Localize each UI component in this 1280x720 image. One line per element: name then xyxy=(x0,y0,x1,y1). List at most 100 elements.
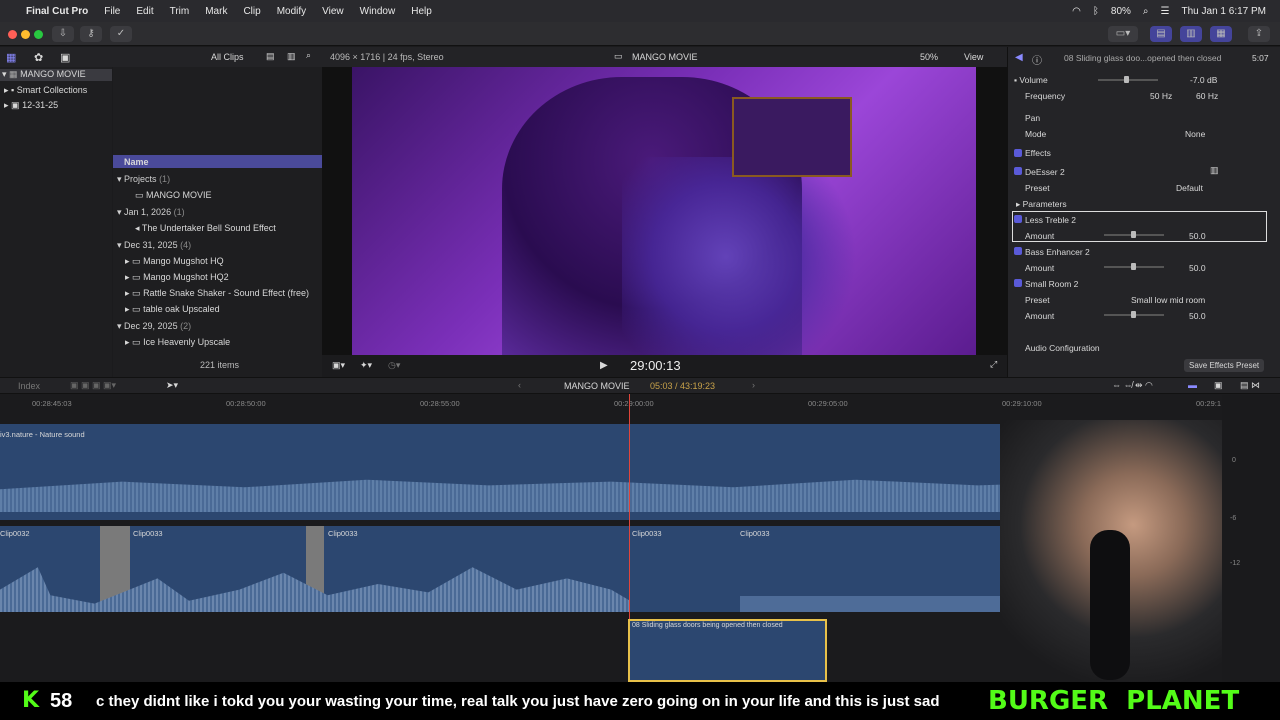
bass-enhancer-checkbox[interactable] xyxy=(1014,247,1022,255)
audio-inspector-tab-icon[interactable]: ◀ xyxy=(1015,52,1023,63)
deesser-checkbox[interactable] xyxy=(1014,167,1022,175)
forward-history-icon[interactable]: › xyxy=(752,380,755,390)
amount-knob[interactable] xyxy=(1131,231,1136,238)
view-menu[interactable]: View xyxy=(964,52,983,62)
select-tool-icon[interactable]: ➤▾ xyxy=(166,380,178,391)
control-center-icon[interactable]: ☰ xyxy=(1161,6,1170,17)
workspace-button[interactable]: ▭▾ xyxy=(1108,26,1138,42)
deesser-preset-dropdown[interactable]: Default xyxy=(1176,183,1203,193)
fullscreen-icon[interactable]: ⤢ xyxy=(990,359,997,370)
volume-knob[interactable] xyxy=(1124,76,1129,83)
timeline-ruler[interactable]: 00:28:45:03 00:28:50:00 00:28:55:00 00:2… xyxy=(0,395,1222,410)
volume-value[interactable]: -7.0 dB xyxy=(1190,75,1217,85)
menu-edit[interactable]: Edit xyxy=(136,6,153,17)
search-icon[interactable]: ⌕ xyxy=(1143,6,1149,17)
zoom-dropdown[interactable]: 50% xyxy=(920,52,938,62)
effects-checkbox[interactable] xyxy=(1014,149,1022,157)
project-name-dropdown[interactable]: MANGO MOVIE xyxy=(564,381,630,391)
browser-toggle-button[interactable]: ▤ xyxy=(1150,26,1172,42)
event-item[interactable]: ▸ ▣ 12-31-25 xyxy=(4,100,58,111)
group-dec31[interactable]: ▾ Dec 31, 2025 (4) xyxy=(117,240,191,251)
frequency-60[interactable]: 60 Hz xyxy=(1196,91,1218,101)
close-window-icon[interactable] xyxy=(8,30,17,39)
share-button[interactable]: ⇪ xyxy=(1248,26,1270,42)
menu-trim[interactable]: Trim xyxy=(170,6,190,17)
amount-value[interactable]: 50.0 xyxy=(1189,231,1206,241)
clip-filter-dropdown[interactable]: All Clips xyxy=(211,52,244,62)
effects-browser-icon[interactable]: ▣ xyxy=(1214,380,1223,391)
menu-modify[interactable]: Modify xyxy=(277,6,306,17)
small-room-checkbox[interactable] xyxy=(1014,279,1022,287)
amount-slider[interactable] xyxy=(1104,263,1164,270)
audio-configuration-label[interactable]: Audio Configuration xyxy=(1025,343,1100,353)
app-menu[interactable]: Final Cut Pro xyxy=(26,6,88,17)
selected-sfx-clip[interactable]: 08 Sliding glass doors being opened then… xyxy=(628,619,827,682)
wifi-icon[interactable]: ◠ xyxy=(1072,6,1081,17)
index-button[interactable]: Index xyxy=(18,381,40,391)
search-icon[interactable]: ⌕ xyxy=(306,50,311,61)
zoom-window-icon[interactable] xyxy=(34,30,43,39)
list-item[interactable]: ▭ MANGO MOVIE xyxy=(135,190,212,201)
list-item[interactable]: ▸ ▭ Mango Mugshot HQ xyxy=(125,256,224,267)
less-treble-checkbox[interactable] xyxy=(1014,215,1022,223)
amount-slider[interactable] xyxy=(1104,311,1164,318)
menu-help[interactable]: Help xyxy=(411,6,432,17)
group-dec29[interactable]: ▾ Dec 29, 2025 (2) xyxy=(117,321,191,332)
menu-view[interactable]: View xyxy=(322,6,344,17)
back-history-icon[interactable]: ‹ xyxy=(518,380,521,390)
inspector-toggle-button[interactable]: ▦ xyxy=(1210,26,1232,42)
enhance-tool-icon[interactable]: ✦▾ xyxy=(360,360,372,371)
effect-settings-icon[interactable]: ▥ xyxy=(1210,165,1219,176)
list-item[interactable]: ▸ ▭ Rattle Snake Shaker - Sound Effect (… xyxy=(125,288,309,299)
photos-tab-icon[interactable]: ✿ xyxy=(34,51,43,64)
library-item[interactable]: ▾ ▦ MANGO MOVIE xyxy=(0,69,112,81)
amount-slider[interactable] xyxy=(1104,231,1164,238)
parameters-row[interactable]: ▸ Parameters xyxy=(1016,199,1067,210)
disclosure-closed-icon[interactable]: ▸ xyxy=(4,85,9,95)
list-item[interactable]: ▸ ▭ Ice Heavenly Upscale xyxy=(125,337,230,348)
play-button[interactable]: ▶ xyxy=(600,360,608,371)
smart-collections-item[interactable]: ▸ ▪ Smart Collections xyxy=(4,85,87,96)
timeline-tools-icons[interactable]: ⇔ ⇎ ⇹ ◠ xyxy=(1112,380,1153,391)
menu-window[interactable]: Window xyxy=(360,6,396,17)
clock[interactable]: Thu Jan 1 6:17 PM xyxy=(1182,6,1267,17)
menu-clip[interactable]: Clip xyxy=(243,6,260,17)
battery-level[interactable]: 80% xyxy=(1111,6,1131,17)
clip-appearance-icon[interactable]: ▬ xyxy=(1188,380,1197,390)
keyword-button[interactable]: ⚷ xyxy=(80,26,102,42)
info-tab-icon[interactable]: ⓘ xyxy=(1032,52,1042,67)
filmstrip-icon[interactable]: ▥ xyxy=(287,51,296,62)
bluetooth-icon[interactable]: ᛒ xyxy=(1093,6,1099,17)
frequency-50[interactable]: 50 Hz xyxy=(1150,91,1172,101)
volume-slider[interactable] xyxy=(1098,76,1158,83)
crop-tool-icon[interactable]: ▣▾ xyxy=(332,360,345,371)
name-column-header[interactable]: Name xyxy=(124,157,149,167)
amount-knob[interactable] xyxy=(1131,311,1136,318)
edit-tools-icon[interactable]: ▣ ▣ ▣ ▣▾ xyxy=(70,380,116,391)
list-item[interactable]: ▸ ▭ Mango Mugshot HQ2 xyxy=(125,272,229,283)
list-item[interactable]: ◂ The Undertaker Bell Sound Effect xyxy=(135,223,276,234)
group-jan1[interactable]: ▾ Jan 1, 2026 (1) xyxy=(117,207,185,218)
amount-value[interactable]: 50.0 xyxy=(1189,311,1206,321)
minimize-window-icon[interactable] xyxy=(21,30,30,39)
background-tasks-button[interactable]: ✓ xyxy=(110,26,132,42)
library-tab-icon[interactable]: ▦ xyxy=(6,51,16,64)
amount-knob[interactable] xyxy=(1131,263,1136,270)
titles-tab-icon[interactable]: ▣ xyxy=(60,51,70,64)
save-effects-preset-button[interactable]: Save Effects Preset xyxy=(1184,359,1265,372)
small-room-preset-dropdown[interactable]: Small low mid room xyxy=(1131,295,1205,305)
timecode-display[interactable]: 29:00:13 xyxy=(630,358,681,373)
clip-appearance-icon[interactable]: ▤ xyxy=(266,51,275,62)
pan-mode-dropdown[interactable]: None xyxy=(1185,129,1205,139)
group-projects[interactable]: ▾ Projects (1) xyxy=(117,174,170,185)
menu-file[interactable]: File xyxy=(104,6,120,17)
list-item[interactable]: ▸ ▭ table oak Upscaled xyxy=(125,304,220,315)
disclosure-open-icon[interactable]: ▾ xyxy=(2,69,7,79)
speed-tool-icon[interactable]: ◷▾ xyxy=(388,360,400,371)
timeline-toggle-button[interactable]: ▥ xyxy=(1180,26,1202,42)
transitions-browser-icon[interactable]: ▤ ⋈ xyxy=(1240,380,1260,391)
list-header[interactable]: Name xyxy=(113,155,322,168)
import-button[interactable]: ⇩ xyxy=(52,26,74,42)
disclosure-closed-icon[interactable]: ▸ xyxy=(4,100,9,110)
menu-mark[interactable]: Mark xyxy=(205,6,227,17)
